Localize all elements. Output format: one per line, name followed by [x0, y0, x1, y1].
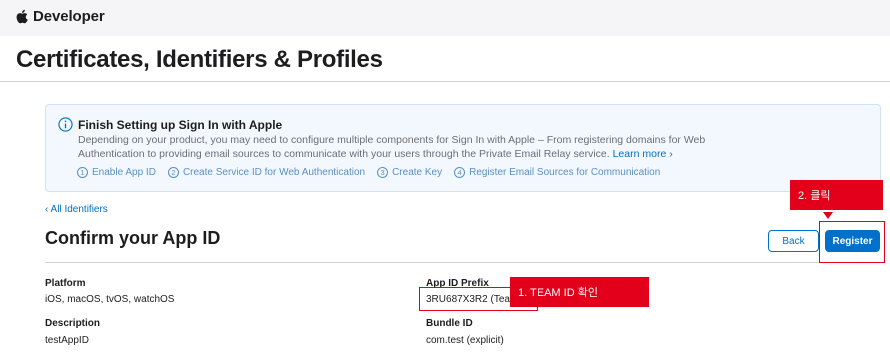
platform-label: Platform	[45, 278, 86, 289]
apple-logo-icon	[16, 9, 28, 24]
annotation-click-label: 2. 클릭	[790, 180, 883, 210]
step-create-service-id[interactable]: 2 Create Service ID for Web Authenticati…	[167, 167, 366, 178]
confirm-app-id-title: Confirm your App ID	[45, 228, 221, 248]
step-label: Enable App ID	[92, 167, 156, 178]
info-description: Depending on your product, you may need …	[78, 133, 868, 161]
step-enable-app-id[interactable]: 1 Enable App ID	[77, 167, 156, 178]
step-register-email-sources[interactable]: 4 Register Email Sources for Communicati…	[454, 167, 660, 178]
developer-home-link[interactable]: Developer	[16, 8, 105, 25]
top-navigation-bar: Developer	[0, 0, 890, 36]
step-number: 2	[167, 167, 179, 178]
brand-name: Developer	[33, 8, 105, 25]
step-create-key[interactable]: 3 Create Key	[377, 167, 442, 178]
annotation-team-id-highlight	[419, 287, 538, 311]
info-desc-line1: Depending on your product, you may need …	[78, 134, 706, 146]
step-label: Create Key	[392, 167, 443, 178]
step-label: Register Email Sources for Communication	[469, 167, 661, 178]
learn-more-link[interactable]: Learn more ›	[613, 148, 673, 160]
bundle-id-label: Bundle ID	[426, 318, 473, 329]
annotation-arrow	[823, 212, 833, 219]
info-icon	[58, 117, 73, 132]
info-desc-line2: Authentication to providing email source…	[78, 148, 610, 160]
sign-in-with-apple-info-box: Finish Setting up Sign In with Apple Dep…	[45, 104, 881, 192]
divider	[45, 262, 881, 263]
step-label: Create Service ID for Web Authentication	[182, 167, 366, 178]
info-title: Finish Setting up Sign In with Apple	[78, 118, 283, 132]
step-number: 4	[454, 167, 466, 178]
page-title: Certificates, Identifiers & Profiles	[16, 46, 383, 73]
step-number: 3	[377, 167, 389, 178]
description-value: testAppID	[45, 335, 89, 346]
bundle-id-value: com.test (explicit)	[426, 335, 504, 346]
platform-value: iOS, macOS, tvOS, watchOS	[45, 294, 175, 305]
annotation-arrow	[521, 279, 531, 286]
step-number: 1	[77, 167, 88, 178]
divider	[0, 81, 890, 82]
annotation-register-highlight	[819, 221, 885, 263]
all-identifiers-link[interactable]: ‹ All Identifiers	[45, 204, 108, 215]
description-label: Description	[45, 318, 101, 329]
setup-steps: 1 Enable App ID 2 Create Service ID for …	[77, 167, 660, 178]
back-button[interactable]: Back	[768, 230, 819, 252]
